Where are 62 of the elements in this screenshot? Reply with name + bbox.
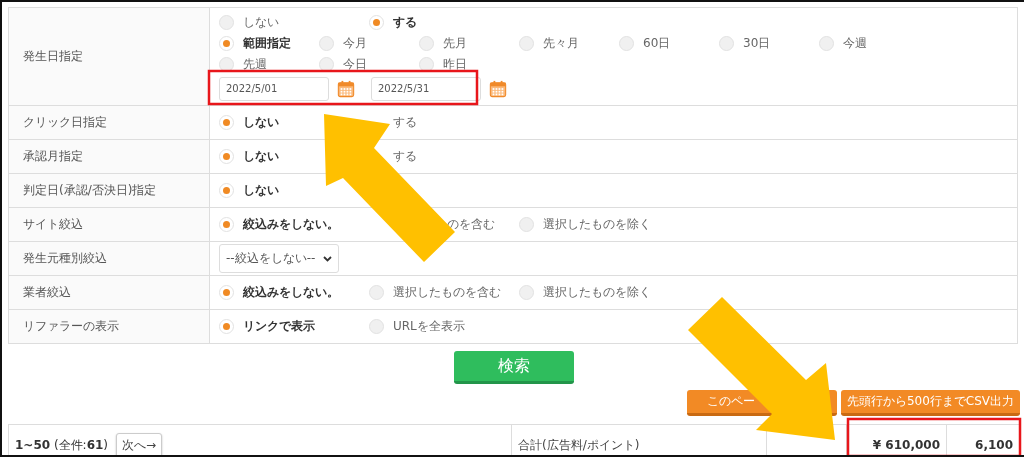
radio-button[interactable] <box>219 149 234 164</box>
radio-button[interactable] <box>619 35 634 51</box>
option-label: 今日 <box>343 55 367 73</box>
radio-button[interactable] <box>719 35 734 51</box>
option-label: 先々月 <box>543 34 579 52</box>
radio-button[interactable] <box>419 35 434 51</box>
radio-button[interactable] <box>519 285 534 300</box>
radio-button[interactable] <box>369 14 384 30</box>
option-label: 先月 <box>443 34 467 52</box>
filter-label: サイト絞込 <box>23 216 83 233</box>
radio-button[interactable] <box>369 319 384 334</box>
filter-label: 発生元種別絞込 <box>23 250 107 267</box>
option-label: 今週 <box>843 34 867 52</box>
total-points: 6,100 <box>975 438 1013 452</box>
filter-label: リファラーの表示 <box>23 318 119 335</box>
radio-button[interactable] <box>219 115 234 130</box>
option-label: する <box>393 13 417 31</box>
calendar-icon[interactable] <box>337 79 355 98</box>
filter-label: クリック日指定 <box>23 114 107 131</box>
calendar-icon[interactable] <box>489 79 507 98</box>
radio-button[interactable] <box>219 285 234 300</box>
radio-button[interactable] <box>219 319 234 334</box>
option-label: 30日 <box>743 34 771 52</box>
option-label: しない <box>243 148 279 165</box>
radio-button[interactable] <box>819 35 834 51</box>
option-label: 先週 <box>243 55 267 73</box>
option-label: 昨日 <box>443 55 467 73</box>
option-label: 絞込みをしない。 <box>243 284 339 301</box>
date-field[interactable]: 2022/5/01 <box>219 76 329 101</box>
option-label: 選択したものを含む <box>393 284 501 301</box>
date-field[interactable]: 2022/5/31 <box>371 76 481 101</box>
radio-button[interactable] <box>519 217 534 232</box>
option-label: しない <box>243 182 279 199</box>
result-count: 1~50 (全件:61) <box>15 436 109 454</box>
option-label: 60日 <box>643 34 671 52</box>
radio-button[interactable] <box>219 35 234 51</box>
option-label: 今月 <box>343 34 367 52</box>
option-label: 選択したものを除く <box>543 216 651 233</box>
option-label: 範囲指定 <box>243 34 291 52</box>
total-label: 合計(広告料/ポイント) <box>518 436 640 454</box>
filter-label: 業者絞込 <box>23 284 71 301</box>
option-label: する <box>393 114 417 131</box>
total-amount: ¥ 610,000 <box>872 438 940 452</box>
filter-label: 承認月指定 <box>23 148 83 165</box>
radio-button[interactable] <box>219 14 234 30</box>
option-label: しない <box>243 13 279 31</box>
filter-dropdown[interactable]: --絞込をしない-- <box>219 244 340 273</box>
radio-button[interactable] <box>219 183 234 198</box>
next-page-button[interactable]: 次へ→ <box>116 432 163 455</box>
option-label: URLを全表示 <box>393 318 465 335</box>
chevron-down-icon <box>323 255 333 262</box>
filter-label: 発生日指定 <box>23 48 83 65</box>
radio-button[interactable] <box>519 35 534 51</box>
option-label: 絞込みをしない。 <box>243 216 339 233</box>
option-label: リンクで表示 <box>243 318 315 335</box>
radio-button[interactable] <box>369 285 384 300</box>
filter-label: 判定日(承認/否決日)指定 <box>23 182 157 199</box>
option-label: する <box>393 148 417 165</box>
radio-button[interactable] <box>219 217 234 232</box>
option-label: 選択したものを除く <box>543 284 651 301</box>
radio-button[interactable] <box>319 35 334 51</box>
option-label: しない <box>243 114 279 131</box>
